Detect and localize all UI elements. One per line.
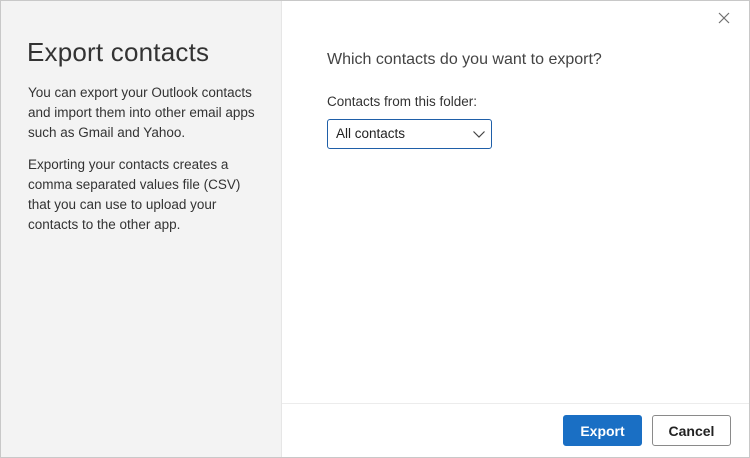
folder-dropdown-value: All contacts — [336, 126, 406, 141]
footer-divider — [282, 403, 749, 404]
chevron-down-icon — [472, 128, 486, 140]
folder-label: Contacts from this folder: — [327, 94, 478, 109]
export-contacts-dialog: Export contacts You can export your Outl… — [0, 0, 750, 458]
folder-dropdown[interactable]: All contacts — [327, 119, 492, 149]
close-icon — [715, 9, 733, 27]
close-button[interactable] — [715, 9, 733, 27]
export-button[interactable]: Export — [563, 415, 642, 446]
description-paragraph-2: Exporting your contacts creates a comma … — [28, 157, 241, 232]
cancel-button[interactable]: Cancel — [652, 415, 731, 446]
description-paragraph-1: You can export your Outlook contacts and… — [28, 85, 255, 140]
dialog-title: Export contacts — [27, 37, 210, 67]
export-question: Which contacts do you want to export? — [327, 51, 602, 68]
info-panel: Export contacts You can export your Outl… — [1, 1, 282, 457]
